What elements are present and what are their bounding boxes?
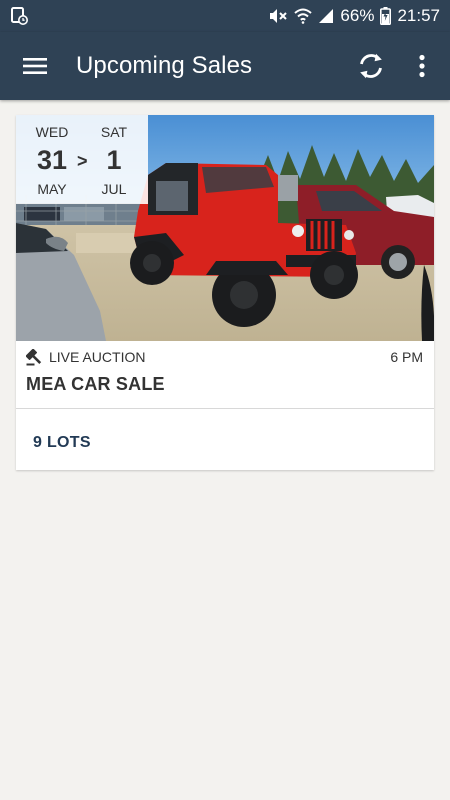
- start-month: MAY: [37, 181, 67, 197]
- lots-button[interactable]: 9 LOTS: [33, 434, 91, 452]
- more-options-button[interactable]: [408, 49, 436, 83]
- gavel-icon: [26, 348, 42, 365]
- sale-name: MEA CAR SALE: [26, 374, 165, 394]
- start-day: 31: [36, 145, 68, 175]
- sale-card[interactable]: WED 31 MAY > SAT 1 JUL LIVE AUCTION 6 PM…: [16, 115, 434, 470]
- app-bar: Upcoming Sales: [0, 32, 450, 100]
- menu-icon: [23, 58, 47, 74]
- battery-percent: 66%: [340, 6, 375, 25]
- wifi-icon: [294, 8, 313, 24]
- end-weekday: SAT: [100, 124, 128, 140]
- page-title: Upcoming Sales: [76, 52, 253, 79]
- card-divider: [16, 408, 434, 409]
- mute-vibrate-icon: [270, 9, 288, 23]
- refresh-button[interactable]: [352, 47, 390, 85]
- more-vert-icon: [419, 54, 425, 78]
- sale-photo: WED 31 MAY > SAT 1 JUL: [16, 115, 434, 341]
- end-day: 1: [106, 145, 122, 175]
- auction-type: LIVE AUCTION: [26, 347, 145, 367]
- battery-charging-icon: [380, 7, 392, 25]
- status-time: 21:57: [397, 6, 440, 25]
- screen-record-icon: [11, 7, 28, 25]
- status-bar: 66% 21:57: [0, 0, 450, 32]
- sale-date-range: WED 31 MAY > SAT 1 JUL: [16, 115, 148, 204]
- auction-type-label: LIVE AUCTION: [49, 349, 146, 365]
- menu-button[interactable]: [18, 49, 52, 83]
- sale-time: 6 PM: [390, 349, 423, 365]
- signal-icon: [319, 9, 334, 23]
- refresh-icon: [360, 53, 382, 79]
- end-month: JUL: [101, 181, 127, 197]
- start-weekday: WED: [35, 124, 69, 140]
